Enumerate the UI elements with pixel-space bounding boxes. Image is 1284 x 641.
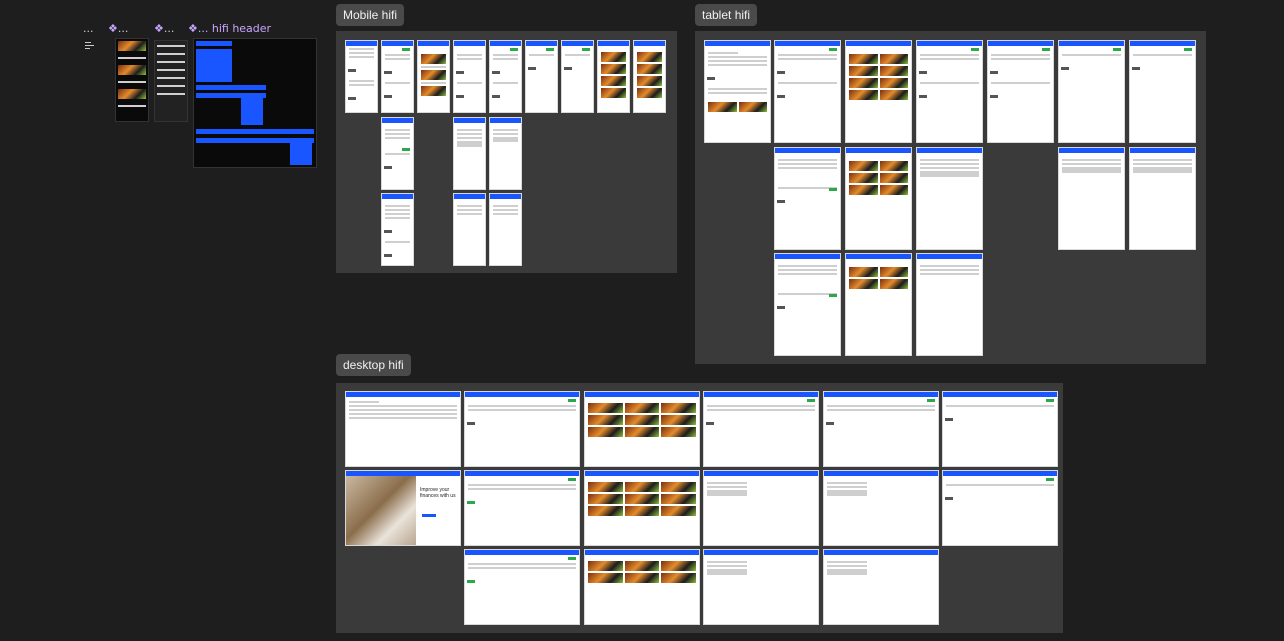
mobile-frame[interactable] — [381, 193, 414, 266]
component-diamond-icon: ❖ — [188, 22, 198, 35]
tablet-frame[interactable] — [774, 40, 841, 143]
desktop-frame[interactable] — [703, 391, 819, 467]
tablet-frame[interactable] — [845, 40, 912, 143]
tablet-frame[interactable] — [916, 40, 983, 143]
desktop-frame[interactable] — [942, 470, 1058, 546]
mobile-frame[interactable] — [417, 40, 450, 113]
header-variant-4-dropdown[interactable] — [241, 98, 263, 125]
component-preview-stack-2[interactable] — [154, 40, 188, 122]
desktop-frame[interactable] — [823, 549, 939, 625]
section-tablet-hifi[interactable] — [695, 31, 1206, 364]
header-variant-5[interactable] — [196, 129, 314, 134]
desktop-frame[interactable] — [823, 391, 939, 467]
mobile-frame[interactable] — [525, 40, 558, 113]
header-variant-3[interactable] — [196, 85, 266, 90]
mobile-frame[interactable] — [381, 117, 414, 190]
component-label-2[interactable]: ❖... — [108, 22, 128, 35]
desktop-frame[interactable] — [584, 549, 700, 625]
desktop-frame[interactable] — [464, 391, 580, 467]
mobile-frame[interactable] — [561, 40, 594, 113]
hero-title: Improve your finances with us — [420, 487, 456, 499]
mobile-frame[interactable] — [453, 117, 486, 190]
mobile-frame[interactable] — [345, 40, 378, 113]
desktop-frame[interactable] — [703, 549, 819, 625]
tablet-frame[interactable] — [1058, 40, 1125, 143]
tablet-frame[interactable] — [1129, 40, 1196, 143]
tablet-frame[interactable] — [774, 147, 841, 250]
desktop-frame[interactable] — [823, 470, 939, 546]
mobile-frame[interactable] — [489, 193, 522, 266]
desktop-frame[interactable] — [464, 549, 580, 625]
component-preview-lines — [85, 40, 95, 52]
desktop-frame[interactable] — [584, 470, 700, 546]
tablet-frame[interactable] — [774, 253, 841, 356]
tablet-frame[interactable] — [845, 253, 912, 356]
tablet-frame[interactable] — [845, 147, 912, 250]
mobile-frame[interactable] — [489, 40, 522, 113]
section-desktop-hifi[interactable]: Improve your finances with us — [336, 383, 1063, 633]
tablet-frame[interactable] — [1129, 147, 1196, 250]
section-title-mobile[interactable]: Mobile hifi — [336, 4, 405, 26]
mobile-frame[interactable] — [381, 40, 414, 113]
mobile-frame[interactable] — [489, 117, 522, 190]
mobile-frame[interactable] — [597, 40, 630, 113]
mobile-frame[interactable] — [453, 193, 486, 266]
component-label-hifi-header[interactable]: ❖... hifi header — [188, 22, 271, 35]
desktop-frame[interactable] — [703, 470, 819, 546]
section-mobile-hifi[interactable] — [336, 31, 677, 273]
header-variant-1[interactable] — [196, 41, 232, 46]
component-label-3[interactable]: ❖... — [154, 22, 174, 35]
desktop-frame[interactable] — [464, 470, 580, 546]
tablet-frame[interactable] — [916, 253, 983, 356]
desktop-frame[interactable] — [584, 391, 700, 467]
mobile-frame[interactable] — [453, 40, 486, 113]
desktop-frame[interactable] — [345, 391, 461, 467]
component-preview-stack-1[interactable] — [115, 38, 149, 122]
hero-image — [346, 476, 416, 545]
desktop-hero-frame[interactable]: Improve your finances with us — [345, 470, 461, 546]
mobile-frame[interactable] — [633, 40, 666, 113]
tablet-frame[interactable] — [1058, 147, 1125, 250]
component-diamond-icon: ❖ — [108, 22, 118, 35]
component-label-1[interactable]: ... — [83, 22, 94, 35]
tablet-frame[interactable] — [987, 40, 1054, 143]
tablet-frame[interactable] — [916, 147, 983, 250]
header-variant-6-dropdown[interactable] — [290, 143, 312, 165]
tablet-frame[interactable] — [704, 40, 771, 143]
desktop-frame[interactable] — [942, 391, 1058, 467]
header-variant-2[interactable] — [196, 49, 232, 82]
section-title-desktop[interactable]: desktop hifi — [336, 354, 411, 376]
component-diamond-icon: ❖ — [154, 22, 164, 35]
section-title-tablet[interactable]: tablet hifi — [695, 4, 758, 26]
hifi-header-variants-container[interactable] — [193, 38, 317, 168]
